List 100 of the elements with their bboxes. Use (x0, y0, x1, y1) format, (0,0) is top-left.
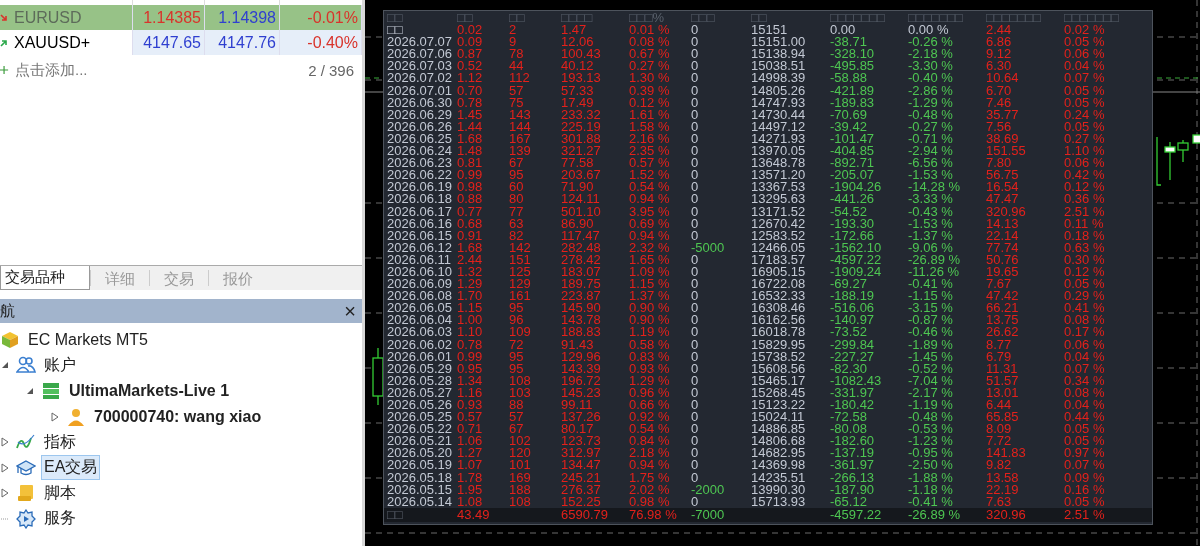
table-cell-text: 2026.05.19 (387, 459, 454, 472)
table-cell-text: -205.07 (830, 169, 875, 182)
table-cell-text: 144 (509, 120, 532, 133)
table-cell-text: 2.44 (457, 253, 484, 266)
tree-label[interactable]: 服务 (41, 506, 79, 532)
table-cell-text: 1.15 (457, 302, 484, 315)
table-cell-text: 2026.05.22 (387, 423, 454, 436)
gear-icon (16, 508, 36, 529)
table-cell-text: 8.09 (986, 423, 1013, 436)
table-cell-text: 0 (691, 278, 700, 291)
table-cell-text: -0.53 % (908, 423, 954, 436)
table-cell-text: 2026.05.29 (387, 362, 454, 375)
table-cell-text: 63 (509, 217, 525, 230)
table-cell-text: 109 (509, 326, 532, 339)
table-cell-text: 11.31 (986, 362, 1019, 375)
table-cell-text: -26.89 % (908, 253, 962, 266)
table-cell-text: 2026.07.03 (387, 60, 454, 73)
table-cell-text: 2026.06.17 (387, 205, 454, 218)
candle (1192, 134, 1200, 144)
tree-label[interactable]: 脚本 (41, 480, 79, 506)
table-cell-text: 0.09 (457, 36, 484, 49)
table-cell-text: 0 (691, 120, 700, 133)
table-cell-text: 1.68 (457, 241, 484, 254)
add-symbol-link[interactable]: 点击添加... (15, 60, 88, 80)
table-cell-text: -2.86 % (908, 84, 954, 97)
table-cell-text: 0.04 % (1064, 350, 1106, 363)
table-cell-text: 0.07 % (1064, 459, 1106, 472)
table-cell-text: -5000 (691, 241, 726, 254)
table-cell-text: -6.56 % (908, 157, 954, 170)
symbol-row[interactable]: XAUUSD+ 4147.65 4147.76 -0.40% (0, 30, 362, 55)
table-cell-text: 100.43 (561, 48, 602, 61)
table-cell-text: -72.58 (830, 411, 868, 424)
plus-icon[interactable] (0, 65, 9, 75)
column-header: □□□% (629, 12, 666, 25)
table-cell-text: 57 (509, 84, 525, 97)
table-cell-text: 78 (509, 48, 525, 61)
table-cell-text: 2026.06.19 (387, 181, 454, 194)
table-cell-text: 6.30 (986, 60, 1012, 73)
table-cell-text: 0.87 (457, 48, 484, 61)
table-cell-text: -137.19 (830, 447, 876, 460)
table-cell-text: 0.57 (457, 411, 484, 424)
tree-label[interactable]: EC Markets MT5 (25, 328, 151, 351)
table-cell-text: 80.17 (561, 423, 594, 436)
table-cell-text: 0.71 (457, 423, 484, 436)
table-cell-text: 102 (509, 435, 532, 448)
table-cell-text: -1904.26 (830, 181, 883, 194)
table-cell-text: 2026.05.27 (387, 386, 454, 399)
tree-label[interactable]: 指标 (41, 429, 79, 455)
table-cell-text: 2026.06.12 (387, 241, 454, 254)
table-cell-text: -38.71 (830, 36, 867, 49)
total-cell: -7000 (691, 506, 725, 522)
table-cell-text: 0.63 % (1064, 241, 1106, 254)
table-cell-text: 15713.93 (751, 495, 807, 508)
column-header: □□□□ (561, 12, 594, 25)
tree-item[interactable]: EA交易 (41, 455, 101, 481)
total-cell: -26.89 % (908, 506, 961, 522)
table-cell-text: 3.95 % (629, 205, 671, 218)
table-cell-text: 15268.45 (751, 386, 807, 399)
table-cell-text: 15024.11 (751, 411, 806, 424)
table-cell-text: -516.06 (830, 302, 876, 315)
table-cell-text: 0.07 % (1064, 72, 1106, 85)
table-cell-text: 1.15 % (629, 278, 671, 291)
table-cell-text: 0 (691, 265, 700, 279)
table-cell-text: 2 (509, 24, 518, 37)
symbol-name: EURUSD (14, 8, 82, 27)
table-cell-text: 1.29 (457, 278, 484, 291)
tab[interactable]: 交易品种 (0, 266, 90, 290)
table-cell-text: 0.07 % (1064, 362, 1106, 375)
symbol-row[interactable]: EURUSD 1.14385 1.14398 -0.01% (0, 5, 362, 30)
table-cell-text: 188 (509, 483, 532, 496)
close-button[interactable]: × (338, 301, 362, 321)
table-cell-text: 2026.06.03 (387, 326, 454, 339)
column-header: □□□□□□□ (830, 12, 886, 25)
table-cell-text: -3.15 % (908, 302, 954, 315)
table-cell-text: 129.96 (561, 350, 602, 363)
table-cell-text: 1.37 % (629, 290, 671, 303)
table-cell-text: 13648.78 (751, 157, 807, 170)
table-cell-text: 2026.06.29 (387, 108, 454, 121)
table-cell-text: 0.12 % (1064, 181, 1106, 194)
table-cell-text: 15151.00 (751, 36, 807, 49)
table-cell-text: 0.04 % (1064, 60, 1106, 73)
table-cell-text: 10.64 (986, 72, 1020, 85)
table-cell-text: 6.70 (986, 84, 1013, 97)
tree-label[interactable]: 700000740: wang xiao (91, 405, 265, 428)
table-cell-text: -2.50 % (908, 459, 954, 472)
table-cell-text: 0.11 % (1064, 217, 1105, 230)
tree-label[interactable]: 账户 (41, 352, 79, 378)
table-cell-text: 108 (509, 495, 532, 508)
table-cell-text: 2.44 (986, 24, 1013, 37)
table-cell-text: 161 (509, 290, 532, 303)
table-cell-text: 1.08 (457, 495, 484, 508)
table-cell-text: 2026.06.16 (387, 217, 454, 230)
table-cell-text: -441.26 (830, 193, 876, 206)
column-header: □□ (509, 12, 526, 25)
table-cell-text: 2026.06.24 (387, 145, 454, 158)
table-cell-text: -73.52 (830, 326, 868, 339)
tree-label[interactable]: UltimaMarkets-Live 1 (66, 380, 233, 402)
table-cell-text: -0.48 % (908, 411, 954, 424)
table-cell-text: 2.51 % (1064, 205, 1106, 218)
table-cell-text: 1.10 % (1064, 145, 1106, 158)
